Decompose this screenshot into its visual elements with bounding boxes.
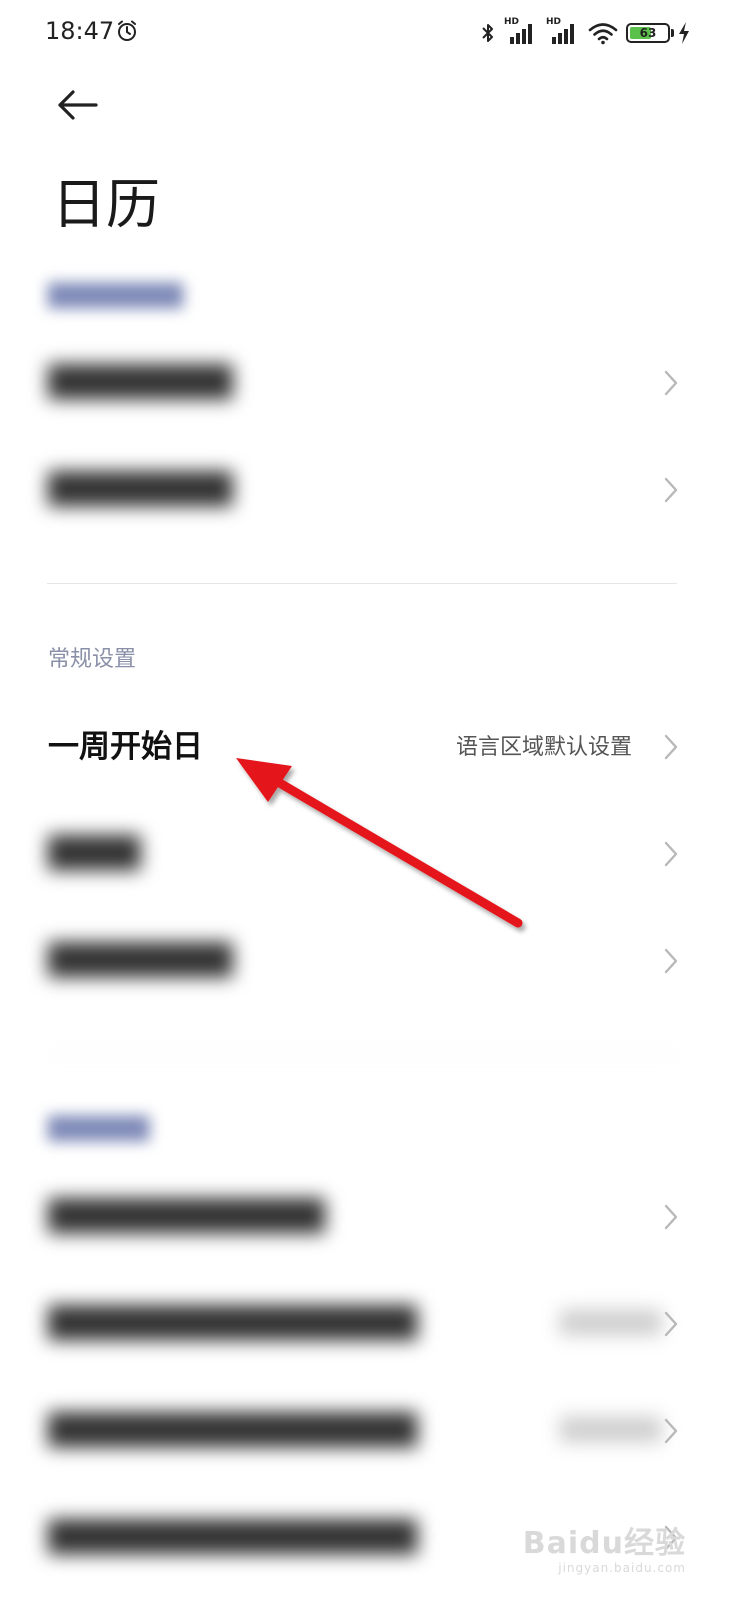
blurred-setting-row[interactable]: ████████ bbox=[0, 440, 738, 540]
blurred-setting-row[interactable]: ████████████ bbox=[0, 1167, 738, 1267]
hd-signal-icon: HD bbox=[546, 17, 580, 45]
status-icons: HD HD 63 bbox=[480, 16, 690, 50]
charging-icon bbox=[679, 22, 689, 44]
blurred-setting-row[interactable]: ████████████████ ██████ bbox=[0, 1381, 738, 1481]
chevron-right-icon bbox=[664, 370, 678, 396]
annotation-arrow bbox=[236, 758, 523, 928]
chevron-right-icon bbox=[664, 1311, 678, 1337]
chevron-right-icon bbox=[664, 948, 678, 974]
chevron-right-icon bbox=[664, 477, 678, 503]
battery-percent: 63 bbox=[639, 26, 657, 40]
alarm-icon bbox=[118, 20, 136, 41]
chevron-right-icon bbox=[664, 1204, 678, 1230]
chevron-right-icon bbox=[664, 734, 678, 760]
section-divider bbox=[47, 1054, 677, 1055]
blurred-setting-row[interactable]: ████████ bbox=[0, 333, 738, 433]
week-start-label: 一周开始日 bbox=[48, 729, 203, 765]
battery-icon: 63 bbox=[626, 23, 674, 43]
calendar-settings-screen: 18:47 HD HD 63 日历 ████████ ████████ ████… bbox=[0, 0, 738, 1600]
blurred-section-heading: ████████ bbox=[48, 284, 184, 309]
chevron-right-icon bbox=[664, 1418, 678, 1444]
bluetooth-icon bbox=[482, 24, 493, 42]
chevron-right-icon bbox=[664, 841, 678, 867]
status-time: 18:47 bbox=[45, 17, 115, 45]
hd-signal-icon: HD bbox=[504, 17, 538, 45]
blurred-setting-row[interactable]: ████████████████ ██████ bbox=[0, 1274, 738, 1374]
section-heading-general: 常规设置 bbox=[48, 647, 137, 672]
page-title: 日历 bbox=[52, 173, 160, 236]
watermark: Baidu经验 jingyan.baidu.com bbox=[522, 1526, 686, 1575]
section-divider bbox=[47, 583, 677, 584]
back-arrow-icon[interactable] bbox=[52, 80, 102, 130]
wifi-icon bbox=[588, 23, 618, 45]
status-bar: 18:47 HD HD 63 bbox=[0, 0, 738, 66]
blurred-section-heading: ██████ bbox=[48, 1117, 150, 1142]
